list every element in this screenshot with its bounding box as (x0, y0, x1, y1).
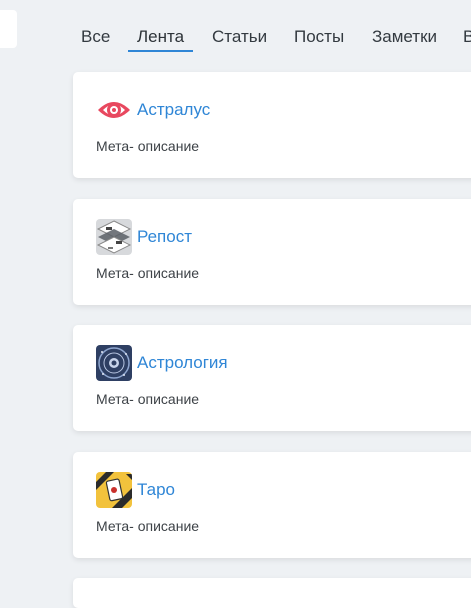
feed-card: Астралус Мета- описание (73, 72, 471, 178)
feed-tabs: Все Лента Статьи Посты Заметки В (0, 0, 471, 60)
tab-articles[interactable]: Статьи (212, 27, 267, 47)
tab-posts[interactable]: Посты (294, 27, 344, 47)
astrology-avatar-icon[interactable] (96, 345, 132, 381)
tarot-avatar-icon[interactable] (96, 472, 132, 508)
tab-more[interactable]: В (463, 27, 471, 47)
tab-notes[interactable]: Заметки (372, 27, 437, 47)
active-tab-indicator (128, 50, 193, 52)
tab-all[interactable]: Все (81, 27, 110, 47)
feed-card: Астрология Мета- описание (73, 325, 471, 431)
feed-card: Таро Мета- описание (73, 452, 471, 558)
feed-card: Репост Мета- описание (73, 199, 471, 305)
card-meta-description: Мета- описание (96, 138, 200, 154)
eye-logo-icon[interactable] (96, 92, 132, 128)
card-meta-description: Мета- описание (96, 391, 200, 407)
card-title-link[interactable]: Астралус (137, 100, 210, 120)
card-meta-description: Мета- описание (96, 518, 200, 534)
repost-avatar-icon[interactable] (96, 219, 132, 255)
card-title-link[interactable]: Таро (137, 480, 175, 500)
card-meta-description: Мета- описание (96, 265, 200, 281)
tab-feed[interactable]: Лента (137, 27, 184, 47)
card-title-link[interactable]: Репост (137, 227, 192, 247)
card-title-link[interactable]: Астрология (137, 353, 228, 373)
feed-card-partial (73, 578, 471, 608)
